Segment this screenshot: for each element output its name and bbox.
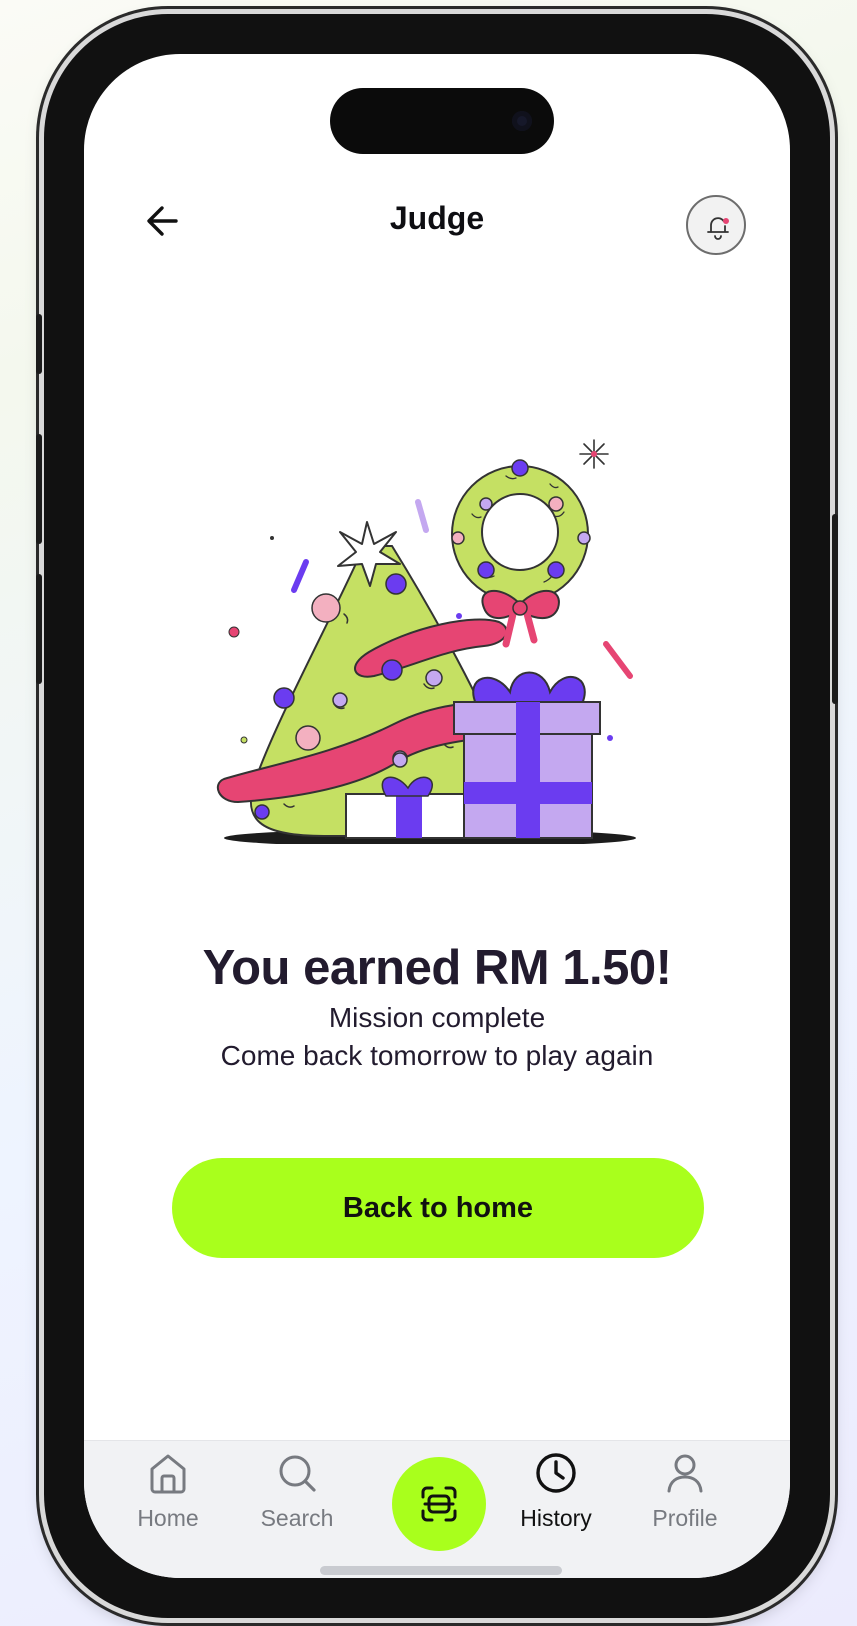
page-title: Judge [389,200,485,236]
tab-search[interactable]: Search [242,1451,352,1551]
tab-home[interactable]: Home [113,1451,223,1551]
front-camera [512,111,532,131]
user-icon [667,1454,703,1493]
app-screen: Judge You earned RM 1.50! Mission comple… [84,54,790,1578]
bottom-tab-bar: Home Search History Profile [84,1440,790,1578]
return-message: Come back tomorrow to play again [220,1040,654,1071]
bell-icon [707,217,729,240]
phone-volume-down [36,574,42,684]
clock-icon [536,1453,576,1493]
notifications-button[interactable] [686,195,746,255]
phone-volume-up [36,434,42,544]
christmas-illustration [216,439,636,844]
home-indicator[interactable] [320,1566,562,1575]
search-icon [279,1455,316,1492]
tab-profile[interactable]: Profile [630,1451,740,1551]
phone-frame: Judge You earned RM 1.50! Mission comple… [36,14,838,1618]
scan-button[interactable] [392,1457,486,1551]
scan-icon [421,1486,457,1522]
home-icon [150,1454,186,1494]
tab-home-label: Home [137,1505,199,1531]
tab-profile-label: Profile [652,1505,718,1531]
tab-search-label: Search [260,1505,334,1531]
gift-bow [472,671,586,705]
tab-history-label: History [520,1505,592,1531]
tab-history[interactable]: History [501,1451,611,1551]
back-to-home-button[interactable]: Back to home [172,1158,704,1258]
mission-status: Mission complete [328,1002,546,1033]
phone-power-button [832,514,838,704]
reward-headline: You earned RM 1.50! [202,941,672,995]
dynamic-island [330,88,554,154]
phone-side-button [36,314,42,374]
